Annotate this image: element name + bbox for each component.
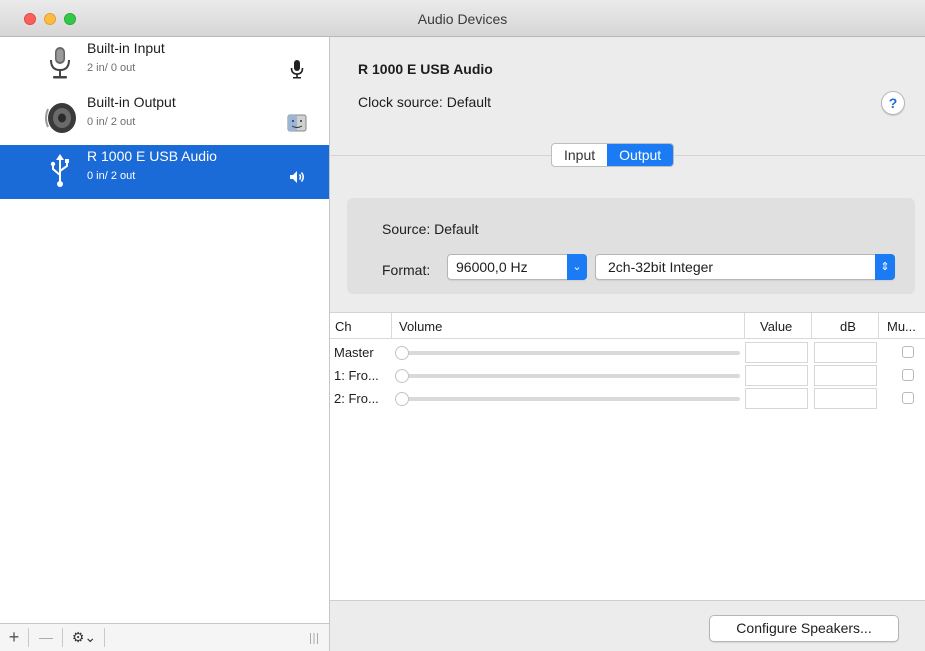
column-mute[interactable]: Mu...	[887, 319, 916, 334]
device-io: 2 in/ 0 out	[87, 62, 136, 74]
device-built-in-output[interactable]: Built-in Output 0 in/ 2 out	[0, 91, 329, 145]
device-name: Built-in Input	[87, 40, 165, 56]
clock-source: Clock source: Default	[358, 94, 491, 110]
column-value[interactable]: Value	[760, 319, 792, 334]
column-db[interactable]: dB	[840, 319, 856, 334]
remove-device-button[interactable]: —	[30, 624, 62, 651]
slider-knob[interactable]	[395, 346, 409, 360]
usb-icon	[50, 154, 69, 187]
table-row: Master	[330, 341, 925, 364]
source-row: Source: Default	[382, 221, 479, 237]
source-label: Source:	[382, 221, 431, 237]
bit-format-value: 2ch-32bit Integer	[608, 259, 714, 275]
db-field[interactable]	[814, 342, 877, 363]
title-bar: Audio Devices	[0, 0, 925, 37]
format-group: Source: Default Format: 96000,0 Hz ⌄ 2ch…	[347, 198, 915, 294]
mute-checkbox[interactable]	[902, 392, 914, 404]
up-down-arrows-icon: ⇕	[875, 254, 895, 280]
value-field[interactable]	[745, 365, 808, 386]
device-title: R 1000 E USB Audio	[358, 61, 493, 77]
mute-checkbox[interactable]	[902, 369, 914, 381]
window-title: Audio Devices	[417, 11, 508, 27]
value-field[interactable]	[745, 342, 808, 363]
chevron-down-icon: ⌄	[567, 254, 587, 280]
toolbar-divider	[28, 628, 29, 647]
table-header: Ch Volume Value dB Mu...	[330, 313, 925, 339]
help-button[interactable]: ?	[881, 91, 905, 115]
column-volume[interactable]: Volume	[399, 319, 442, 334]
device-r1000e-usb-audio[interactable]: R 1000 E USB Audio 0 in/ 2 out	[0, 145, 329, 199]
gear-menu-button[interactable]: ⚙︎⌄	[64, 624, 104, 651]
device-io: 0 in/ 2 out	[87, 170, 136, 182]
volume-slider[interactable]	[395, 369, 740, 383]
channel-label: Master	[334, 345, 374, 360]
device-name: Built-in Output	[87, 94, 176, 110]
device-built-in-input[interactable]: Built-in Input 2 in/ 0 out	[0, 37, 329, 91]
sample-rate-value: 96000,0 Hz	[456, 259, 528, 275]
sidebar-toolbar: + — ⚙︎⌄	[0, 623, 329, 651]
volume-slider[interactable]	[395, 392, 740, 406]
slider-knob[interactable]	[395, 369, 409, 383]
format-label: Format:	[382, 262, 431, 278]
microphone-icon	[290, 60, 304, 79]
source-value: Default	[434, 221, 479, 237]
value-field[interactable]	[745, 388, 808, 409]
column-divider	[391, 313, 392, 339]
resize-handle-icon[interactable]	[309, 633, 319, 644]
device-detail-panel: R 1000 E USB Audio Clock source: Default…	[330, 37, 925, 651]
finder-icon	[287, 114, 307, 132]
volume-slider[interactable]	[395, 346, 740, 360]
speaker-icon	[45, 103, 76, 133]
column-divider	[878, 313, 879, 339]
table-row: 2: Fro...	[330, 387, 925, 410]
device-sidebar: Built-in Input 2 in/ 0 out Built-in Outp…	[0, 37, 330, 651]
speaker-volume-icon	[290, 171, 304, 183]
add-device-button[interactable]: +	[0, 624, 28, 651]
tab-input[interactable]: Input	[552, 144, 607, 166]
db-field[interactable]	[814, 388, 877, 409]
tab-output[interactable]: Output	[607, 144, 674, 166]
input-output-segmented-control: Input Output	[551, 143, 675, 167]
sample-rate-popup[interactable]: 96000,0 Hz ⌄	[447, 254, 587, 280]
toolbar-divider	[62, 628, 63, 647]
table-row: 1: Fro...	[330, 364, 925, 387]
microphone-icon	[50, 47, 70, 79]
channel-label: 1: Fro...	[334, 368, 379, 383]
mute-checkbox[interactable]	[902, 346, 914, 358]
column-ch[interactable]: Ch	[335, 319, 352, 334]
footer-divider	[330, 600, 925, 601]
device-io: 0 in/ 2 out	[87, 116, 136, 128]
clock-source-label: Clock source:	[358, 94, 443, 110]
audio-devices-window: Audio Devices Built-in Input 2 in/ 0 out	[0, 0, 925, 651]
device-name: R 1000 E USB Audio	[87, 148, 217, 164]
configure-speakers-button[interactable]: Configure Speakers...	[709, 615, 899, 642]
volume-table: Ch Volume Value dB Mu... Master 1: Fro..…	[330, 312, 925, 601]
clock-source-value: Default	[446, 94, 492, 110]
toolbar-divider	[104, 628, 105, 647]
column-divider	[744, 313, 745, 339]
db-field[interactable]	[814, 365, 877, 386]
channel-label: 2: Fro...	[334, 391, 379, 406]
column-divider	[811, 313, 812, 339]
bit-format-popup[interactable]: 2ch-32bit Integer ⇕	[595, 254, 895, 280]
slider-knob[interactable]	[395, 392, 409, 406]
